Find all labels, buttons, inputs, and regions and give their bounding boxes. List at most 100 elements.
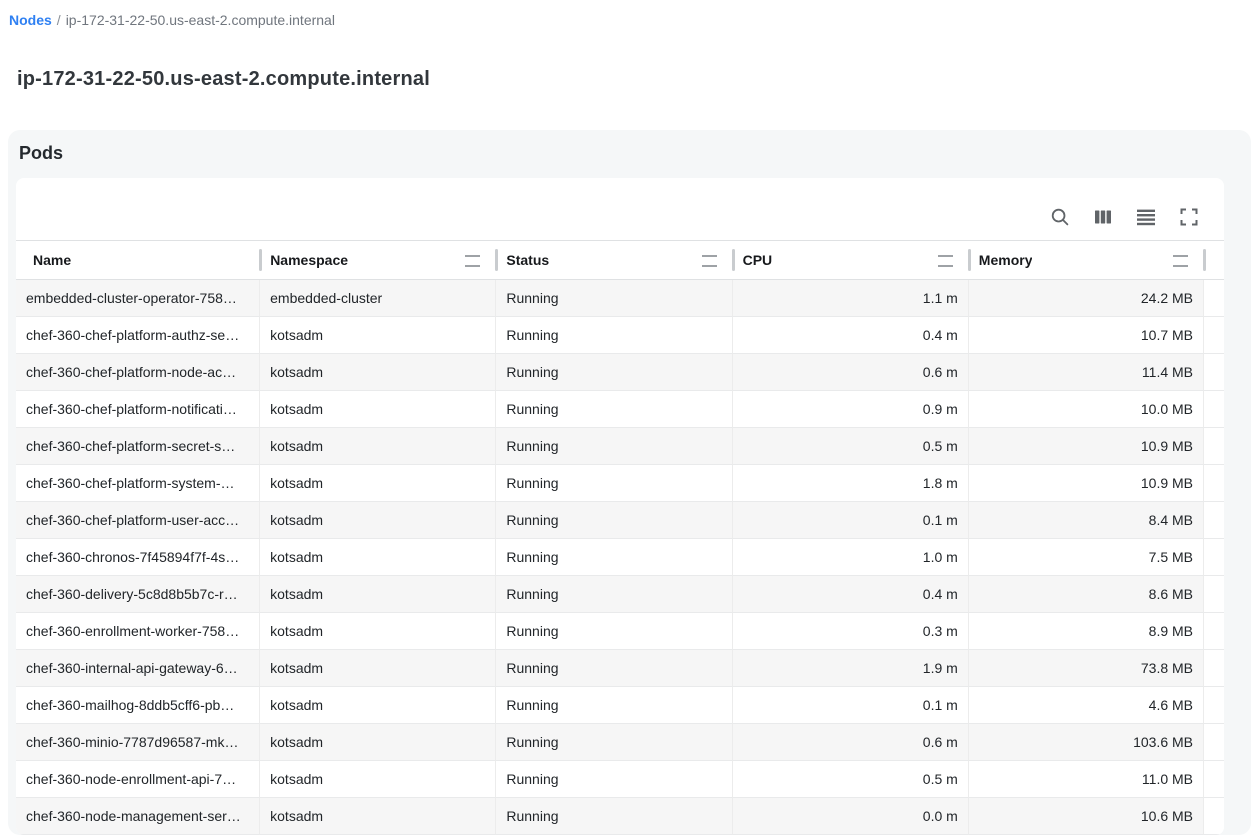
cell-cpu: 1.1 m [733,280,969,317]
table-row[interactable]: embedded-cluster-operator-758…embedded-c… [16,280,1224,317]
column-menu-icon[interactable] [938,255,953,267]
cell-namespace: kotsadm [260,502,496,539]
table-row[interactable]: chef-360-chef-platform-authz-se…kotsadmR… [16,317,1224,354]
column-header-name[interactable]: Name [16,241,260,279]
cell-memory: 8.6 MB [969,576,1204,613]
cell-namespace: kotsadm [260,650,496,687]
table-row[interactable]: chef-360-internal-api-gateway-6…kotsadmR… [16,650,1224,687]
cell-status: Running [496,724,732,761]
fullscreen-button[interactable] [1176,204,1202,230]
table-row[interactable]: chef-360-chef-platform-notificati…kotsad… [16,391,1224,428]
cell-status: Running [496,613,732,650]
cell-cpu: 0.4 m [733,576,969,613]
table-row[interactable]: chef-360-chef-platform-node-ac…kotsadmRu… [16,354,1224,391]
table-row[interactable]: chef-360-enrollment-worker-758…kotsadmRu… [16,613,1224,650]
cell-cpu: 0.0 m [733,798,969,835]
cell-cpu: 0.1 m [733,687,969,724]
cell-cpu: 0.5 m [733,761,969,798]
columns-icon [1094,208,1112,226]
column-header-filler [1204,241,1224,279]
column-header-label: Name [33,252,71,268]
table-row[interactable]: chef-360-node-management-ser…kotsadmRunn… [16,798,1224,835]
cell-name: chef-360-minio-7787d96587-mk… [16,724,260,761]
cell-namespace: kotsadm [260,539,496,576]
breadcrumb-separator: / [57,12,61,28]
column-menu-icon[interactable] [702,255,717,267]
cell-namespace: kotsadm [260,761,496,798]
density-button[interactable] [1133,204,1159,230]
cell-status: Running [496,687,732,724]
column-resize-handle[interactable] [259,249,262,271]
cell-memory: 73.8 MB [969,650,1204,687]
cell-cpu: 0.5 m [733,428,969,465]
row-filler [1204,354,1224,391]
cell-name: chef-360-chef-platform-user-acc… [16,502,260,539]
cell-name: chef-360-chef-platform-authz-se… [16,317,260,354]
table-row[interactable]: chef-360-mailhog-8ddb5cff6-pb…kotsadmRun… [16,687,1224,724]
fullscreen-icon [1180,208,1198,226]
cell-memory: 11.0 MB [969,761,1204,798]
cell-status: Running [496,539,732,576]
column-resize-handle[interactable] [1203,249,1206,271]
table-body: embedded-cluster-operator-758…embedded-c… [16,280,1224,835]
column-menu-icon[interactable] [465,255,480,267]
table-row[interactable]: chef-360-chef-platform-system-…kotsadmRu… [16,465,1224,502]
cell-namespace: kotsadm [260,724,496,761]
column-header-cpu[interactable]: CPU [733,241,969,279]
column-header-label: CPU [743,252,773,268]
cell-memory: 8.4 MB [969,502,1204,539]
cell-name: chef-360-chronos-7f45894f7f-4s… [16,539,260,576]
cell-cpu: 0.3 m [733,613,969,650]
cell-name: chef-360-node-management-ser… [16,798,260,835]
cell-namespace: kotsadm [260,798,496,835]
table-header-row: Name Namespace Status CPU Memory [16,240,1224,280]
cell-name: embedded-cluster-operator-758… [16,280,260,317]
row-filler [1204,428,1224,465]
search-icon [1050,207,1070,227]
pods-card: Pods [8,130,1251,835]
row-filler [1204,687,1224,724]
cell-memory: 8.9 MB [969,613,1204,650]
cell-status: Running [496,465,732,502]
column-header-status[interactable]: Status [496,241,732,279]
density-icon [1137,208,1155,226]
cell-cpu: 1.8 m [733,465,969,502]
row-filler [1204,502,1224,539]
table-row[interactable]: chef-360-minio-7787d96587-mk…kotsadmRunn… [16,724,1224,761]
cell-cpu: 1.9 m [733,650,969,687]
row-filler [1204,613,1224,650]
search-button[interactable] [1047,204,1073,230]
table-row[interactable]: chef-360-node-enrollment-api-7…kotsadmRu… [16,761,1224,798]
cell-status: Running [496,391,732,428]
cell-namespace: kotsadm [260,354,496,391]
column-header-memory[interactable]: Memory [969,241,1204,279]
cell-name: chef-360-internal-api-gateway-6… [16,650,260,687]
row-filler [1204,391,1224,428]
columns-button[interactable] [1090,204,1116,230]
table-row[interactable]: chef-360-chronos-7f45894f7f-4s…kotsadmRu… [16,539,1224,576]
table-row[interactable]: chef-360-chef-platform-user-acc…kotsadmR… [16,502,1224,539]
breadcrumb-link-nodes[interactable]: Nodes [9,12,52,28]
column-menu-icon[interactable] [1173,255,1188,267]
cell-memory: 24.2 MB [969,280,1204,317]
breadcrumb: Nodes/ip-172-31-22-50.us-east-2.compute.… [9,12,335,29]
column-resize-handle[interactable] [732,249,735,271]
column-header-label: Status [506,252,549,268]
cell-cpu: 0.4 m [733,317,969,354]
row-filler [1204,576,1224,613]
cell-status: Running [496,761,732,798]
column-resize-handle[interactable] [495,249,498,271]
cell-memory: 10.9 MB [969,465,1204,502]
cell-namespace: kotsadm [260,428,496,465]
table-row[interactable]: chef-360-chef-platform-secret-s…kotsadmR… [16,428,1224,465]
page-title: ip-172-31-22-50.us-east-2.compute.intern… [17,68,430,91]
row-filler [1204,317,1224,354]
table-row[interactable]: chef-360-delivery-5c8d8b5b7c-r…kotsadmRu… [16,576,1224,613]
column-resize-handle[interactable] [968,249,971,271]
cell-memory: 103.6 MB [969,724,1204,761]
cell-memory: 10.9 MB [969,428,1204,465]
column-header-namespace[interactable]: Namespace [260,241,496,279]
cell-name: chef-360-node-enrollment-api-7… [16,761,260,798]
cell-namespace: kotsadm [260,687,496,724]
column-header-label: Memory [979,252,1033,268]
